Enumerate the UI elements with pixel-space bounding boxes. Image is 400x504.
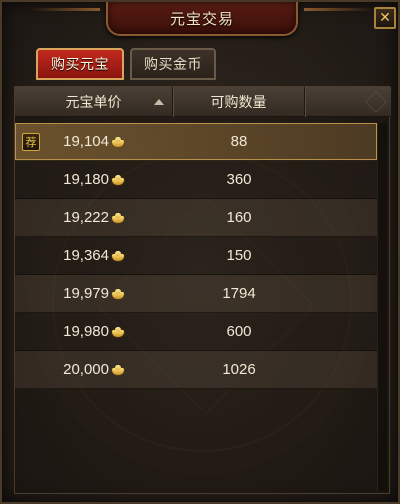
trade-window: 元宝交易 ✕ 购买元宝 购买金币 元宝单价 可购数量 荐 19,104 88 1… (0, 0, 400, 504)
table-row[interactable]: 19,364 150 (15, 237, 377, 275)
gold-ingot-icon (111, 288, 125, 300)
gold-ingot-icon (111, 136, 125, 148)
window-title: 元宝交易 (169, 9, 234, 28)
listing-table: 元宝单价 可购数量 荐 19,104 88 19,180 360 19,222 … (14, 86, 391, 494)
tab-buy-gold[interactable]: 购买金币 (130, 48, 216, 80)
column-header-quantity[interactable]: 可购数量 (173, 87, 305, 117)
close-button[interactable]: ✕ (374, 7, 396, 29)
table-header: 元宝单价 可购数量 (15, 87, 391, 117)
ornament-icon (365, 91, 387, 113)
tab-bar: 购买元宝 购买金币 (36, 48, 216, 80)
quantity-value: 600 (226, 323, 252, 340)
column-header-quantity-label: 可购数量 (210, 95, 267, 111)
table-row[interactable]: 19,180 360 (15, 161, 377, 199)
quantity-value: 150 (226, 247, 252, 264)
gold-ingot-icon (111, 250, 125, 262)
price-value: 20,000 (63, 361, 109, 378)
price-value: 19,180 (63, 171, 109, 188)
quantity-value: 1026 (222, 361, 256, 378)
table-row[interactable]: 荐 19,104 88 (15, 123, 377, 161)
column-header-price-label: 元宝单价 (65, 95, 122, 111)
quantity-value: 1794 (222, 285, 256, 302)
sort-ascending-icon (154, 99, 164, 105)
tab-label: 购买元宝 (51, 57, 109, 73)
column-header-price[interactable]: 元宝单价 (15, 87, 173, 117)
table-row[interactable]: 19,979 1794 (15, 275, 377, 313)
scrollbar[interactable] (377, 123, 387, 491)
recommended-badge-icon: 荐 (22, 133, 40, 151)
close-icon: ✕ (379, 10, 391, 26)
tab-buy-yuanbao[interactable]: 购买元宝 (36, 48, 124, 80)
gold-ingot-icon (111, 364, 125, 376)
gold-ingot-icon (111, 212, 125, 224)
table-row[interactable]: 19,980 600 (15, 313, 377, 351)
column-header-extra (305, 87, 391, 117)
quantity-value: 360 (226, 171, 252, 188)
table-row[interactable]: 20,000 1026 (15, 351, 377, 389)
gold-ingot-icon (111, 174, 125, 186)
price-value: 19,979 (63, 285, 109, 302)
gold-ingot-icon (111, 326, 125, 338)
table-row[interactable]: 19,222 160 (15, 199, 377, 237)
price-value: 19,980 (63, 323, 109, 340)
quantity-value: 160 (226, 209, 252, 226)
quantity-value: 88 (230, 133, 248, 150)
title-plate: 元宝交易 (30, 2, 298, 36)
price-value: 19,222 (63, 209, 109, 226)
table-body: 荐 19,104 88 19,180 360 19,222 160 19,364… (15, 123, 377, 389)
tab-label: 购买金币 (144, 57, 202, 73)
price-value: 19,364 (63, 247, 109, 264)
